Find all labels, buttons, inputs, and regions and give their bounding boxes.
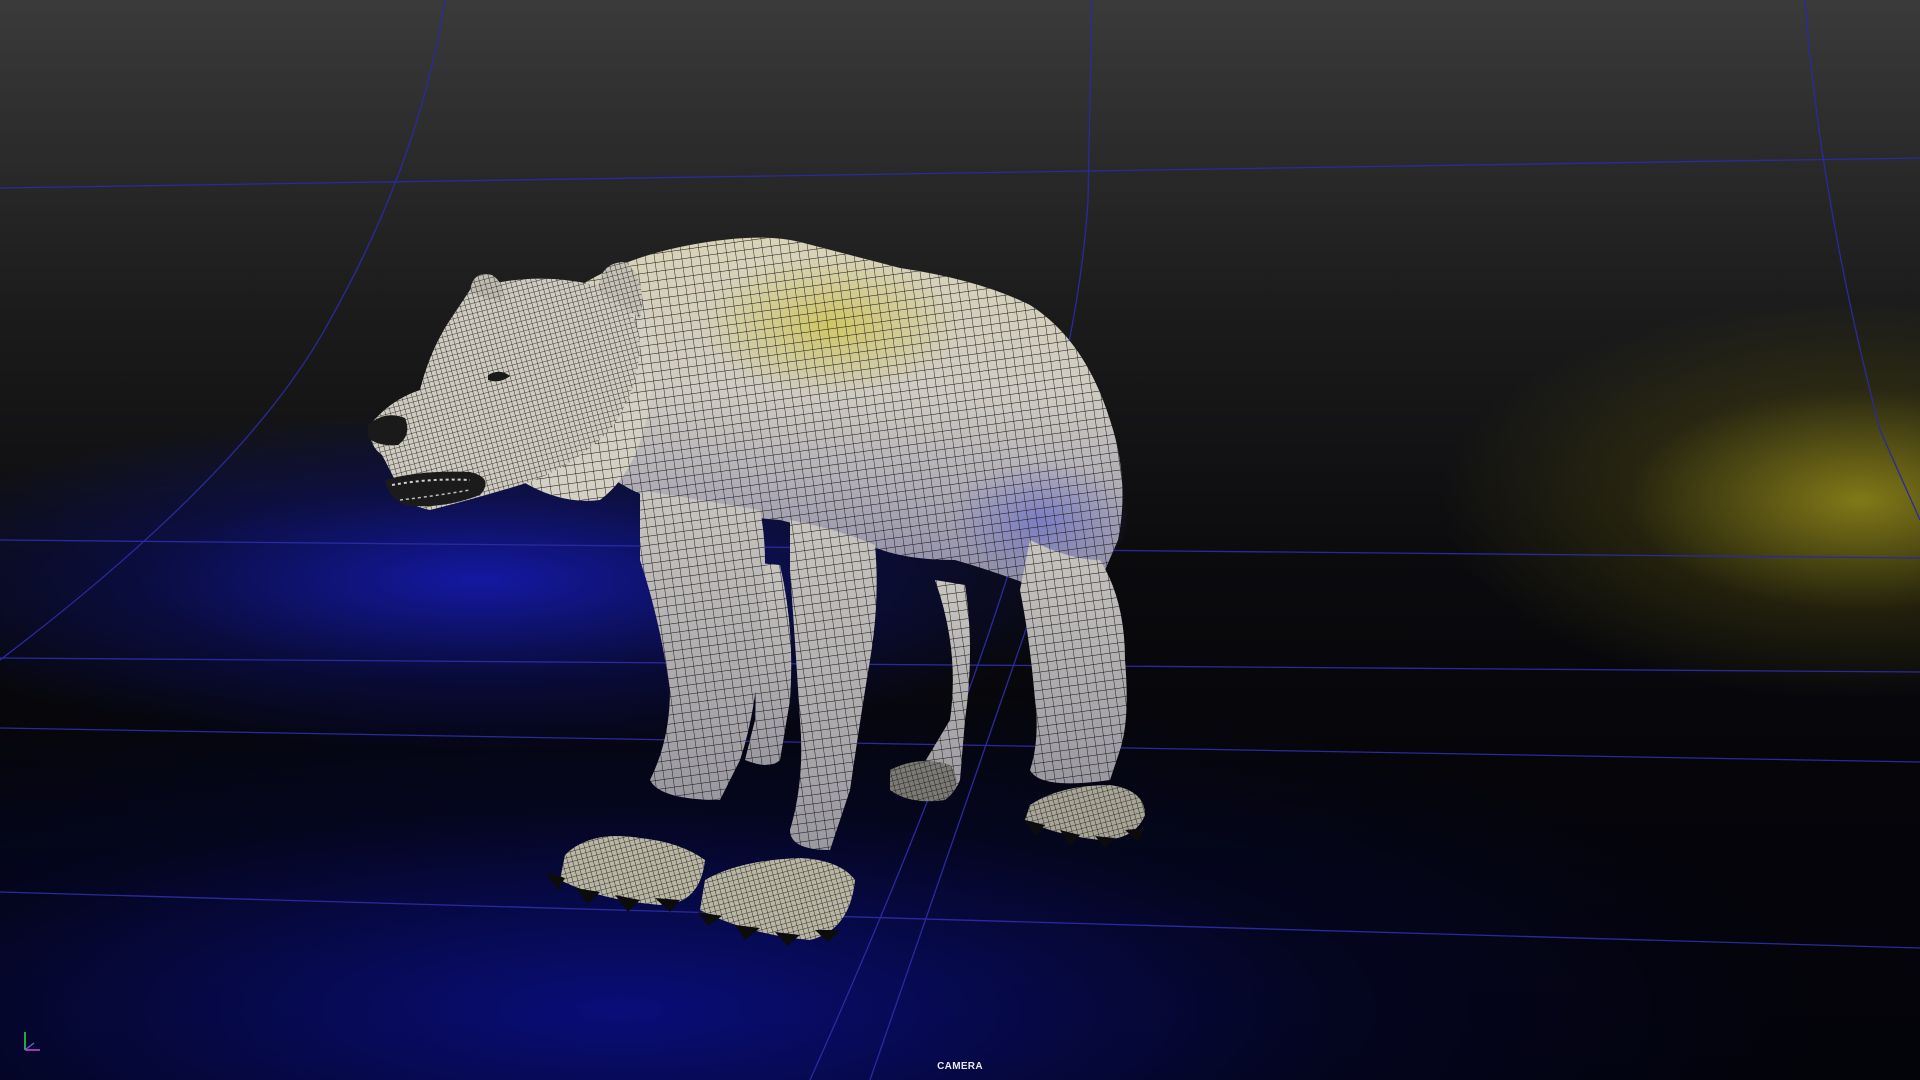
viewport-scene[interactable]: [0, 0, 1920, 1080]
bear-paws: [560, 761, 1145, 940]
camera-name-label: CAMERA: [937, 1061, 983, 1072]
bear-mouth: [385, 471, 486, 507]
axis-gizmo: [18, 1028, 44, 1056]
bear-model[interactable]: [368, 237, 1145, 946]
3d-viewport[interactable]: CAMERA: [0, 0, 1920, 1080]
bear-nose: [368, 415, 408, 446]
